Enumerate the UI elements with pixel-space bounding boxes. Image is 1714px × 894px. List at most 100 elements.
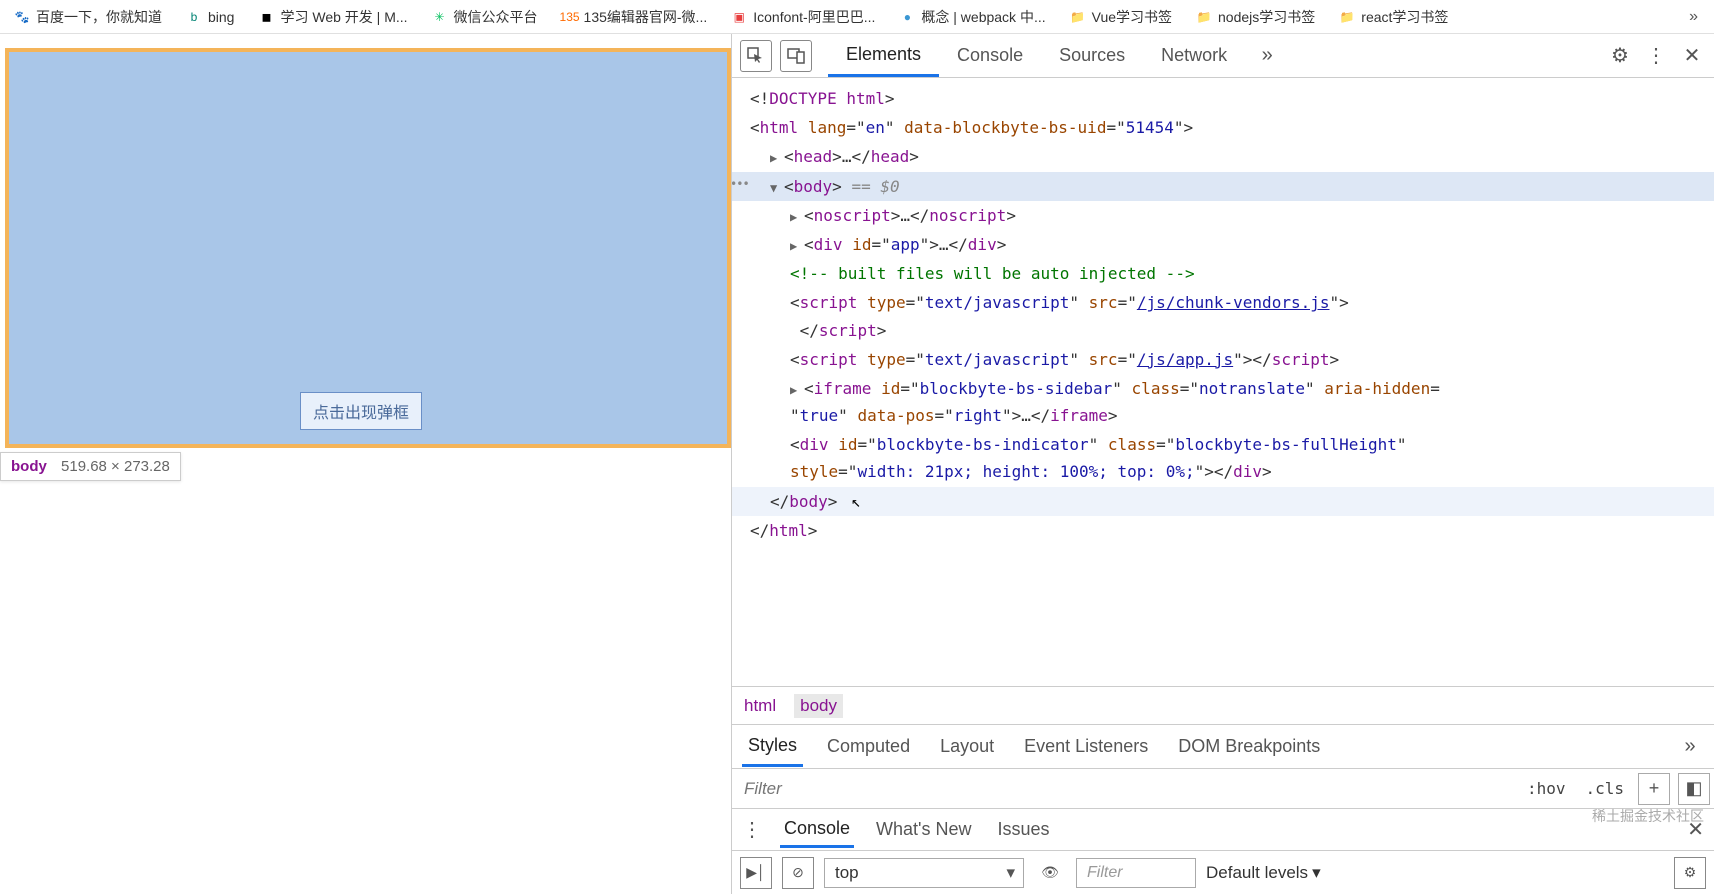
devtools-tab-sources[interactable]: Sources <box>1041 34 1143 77</box>
bookmark-label: Iconfont-阿里巴巴... <box>753 7 875 27</box>
devtools-main-tabs: ElementsConsoleSourcesNetwork <box>828 34 1245 77</box>
bookmark-item[interactable]: 📁 react学习书签 <box>1333 3 1454 31</box>
dom-div-indicator[interactable]: <div id="blockbyte-bs-indicator" class="… <box>732 430 1714 486</box>
inspect-element-icon[interactable] <box>740 40 772 72</box>
bookmark-favicon-icon: 📁 <box>1339 9 1355 25</box>
drawer-tabs: ⋮ ConsoleWhat's NewIssues✕ <box>732 808 1714 850</box>
hov-toggle[interactable]: :hov <box>1517 779 1576 798</box>
element-inspector-tooltip: body 519.68 × 273.28 <box>0 452 181 481</box>
bookmarks-overflow-icon[interactable]: » <box>1681 4 1706 30</box>
expand-toggle-icon[interactable]: ▶ <box>790 380 804 400</box>
bookmark-favicon-icon: 🐾 <box>14 9 30 25</box>
expand-toggle-icon[interactable]: ▶ <box>770 148 784 168</box>
breadcrumb-item[interactable]: html <box>744 696 776 716</box>
bookmark-label: 概念 | webpack 中... <box>921 7 1045 27</box>
dom-script-app[interactable]: <script type="text/javascript" src="/js/… <box>732 345 1714 374</box>
close-devtools-icon[interactable]: ✕ <box>1678 42 1706 70</box>
styles-tab-dom-breakpoints[interactable]: DOM Breakpoints <box>1172 728 1326 765</box>
bookmark-label: 135编辑器官网-微... <box>584 7 708 27</box>
styles-filter-row: :hov .cls + ◧ <box>732 768 1714 808</box>
bookmark-favicon-icon: 135 <box>562 9 578 25</box>
dom-doctype[interactable]: <!DOCTYPE html> <box>732 84 1714 113</box>
console-context-select[interactable]: top <box>824 858 1024 888</box>
bookmark-label: 百度一下，你就知道 <box>36 7 162 27</box>
bookmark-favicon-icon: ✳ <box>432 9 448 25</box>
bookmark-favicon-icon: ● <box>899 9 915 25</box>
bookmark-item[interactable]: ◼ 学习 Web 开发 | M... <box>252 3 413 31</box>
devtools-panel: ElementsConsoleSourcesNetwork » ⚙ ⋮ ✕ <!… <box>731 34 1714 894</box>
dom-iframe[interactable]: ▶<iframe id="blockbyte-bs-sidebar" class… <box>732 374 1714 430</box>
devtools-toolbar: ElementsConsoleSourcesNetwork » ⚙ ⋮ ✕ <box>732 34 1714 78</box>
popup-trigger-button[interactable]: 点击出现弹框 <box>300 392 422 430</box>
watermark-text: 稀土掘金技术社区 <box>1592 806 1704 826</box>
bookmark-favicon-icon: 📁 <box>1196 9 1212 25</box>
devtools-tab-elements[interactable]: Elements <box>828 34 939 77</box>
more-menu-icon[interactable]: ⋮ <box>1642 42 1670 70</box>
bookmark-favicon-icon: ▣ <box>731 9 747 25</box>
bookmark-label: react学习书签 <box>1361 7 1448 27</box>
devtools-tab-network[interactable]: Network <box>1143 34 1245 77</box>
device-toggle-icon[interactable] <box>780 40 812 72</box>
settings-gear-icon[interactable]: ⚙ <box>1606 42 1634 70</box>
styles-tab-styles[interactable]: Styles <box>742 727 803 767</box>
tooltip-tag: body <box>11 458 47 475</box>
dom-breadcrumb: html body <box>732 686 1714 724</box>
body-highlight-overlay <box>5 48 731 448</box>
bookmark-favicon-icon: b <box>186 9 202 25</box>
drawer-tab-what-s-new[interactable]: What's New <box>872 813 975 846</box>
bookmark-item[interactable]: 📁 Vue学习书签 <box>1064 3 1178 31</box>
dom-html-open[interactable]: <html lang="en" data-blockbyte-bs-uid="5… <box>732 113 1714 142</box>
more-tabs-icon[interactable]: » <box>1253 42 1281 70</box>
bookmark-favicon-icon: 📁 <box>1070 9 1086 25</box>
bookmark-item[interactable]: 135 135编辑器官网-微... <box>556 3 714 31</box>
panel-toggle-icon[interactable]: ◧ <box>1678 773 1710 805</box>
new-style-rule-icon[interactable]: + <box>1638 773 1670 805</box>
dom-div-app[interactable]: ▶<div id="app">…</div> <box>732 230 1714 259</box>
console-filter-input[interactable]: Filter <box>1076 858 1196 888</box>
devtools-tab-console[interactable]: Console <box>939 34 1041 77</box>
bookmark-item[interactable]: ▣ Iconfont-阿里巴巴... <box>725 3 881 31</box>
collapse-toggle-icon[interactable]: ▼ <box>770 178 784 198</box>
bookmark-label: 学习 Web 开发 | M... <box>280 7 407 27</box>
mouse-cursor-icon: ↖ <box>851 492 861 511</box>
styles-tab-layout[interactable]: Layout <box>934 728 1000 765</box>
elements-dom-tree[interactable]: <!DOCTYPE html> <html lang="en" data-blo… <box>732 78 1714 686</box>
chevron-down-icon: ▾ <box>1312 863 1321 883</box>
bookmark-item[interactable]: ✳ 微信公众平台 <box>426 3 544 31</box>
dom-head[interactable]: ▶<head>…</head> <box>732 142 1714 171</box>
styles-tab-computed[interactable]: Computed <box>821 728 916 765</box>
bookmark-favicon-icon: ◼ <box>258 9 274 25</box>
breadcrumb-item[interactable]: body <box>794 694 843 718</box>
bookmark-item[interactable]: 📁 nodejs学习书签 <box>1190 3 1321 31</box>
console-settings-gear-icon[interactable]: ⚙ <box>1674 857 1706 889</box>
styles-tab-event-listeners[interactable]: Event Listeners <box>1018 728 1154 765</box>
cls-toggle[interactable]: .cls <box>1575 779 1634 798</box>
dom-comment[interactable]: <!-- built files will be auto injected -… <box>732 259 1714 288</box>
tooltip-dimensions: 519.68 × 273.28 <box>61 458 170 475</box>
bookmark-item[interactable]: bbing <box>180 5 240 29</box>
drawer-tab-console[interactable]: Console <box>780 812 854 848</box>
dom-html-close[interactable]: </html> <box>732 516 1714 545</box>
bookmark-label: Vue学习书签 <box>1092 7 1172 27</box>
dom-noscript[interactable]: ▶<noscript>…</noscript> <box>732 201 1714 230</box>
console-levels-select[interactable]: Default levels ▾ <box>1206 863 1321 883</box>
styles-filter-input[interactable] <box>732 769 1517 808</box>
dom-body-close[interactable]: </body> ↖ <box>732 487 1714 516</box>
bookmark-label: nodejs学习书签 <box>1218 7 1315 27</box>
more-styles-tabs-icon[interactable]: » <box>1676 733 1704 761</box>
expand-toggle-icon[interactable]: ▶ <box>790 236 804 256</box>
console-sidebar-toggle-icon[interactable]: ▶│ <box>740 857 772 889</box>
drawer-menu-icon[interactable]: ⋮ <box>742 817 762 842</box>
clear-console-icon[interactable]: ⊘ <box>782 857 814 889</box>
drawer-tab-issues[interactable]: Issues <box>994 813 1054 846</box>
bookmark-item[interactable]: ● 概念 | webpack 中... <box>893 3 1051 31</box>
bookmark-label: 微信公众平台 <box>454 7 538 27</box>
live-expression-icon[interactable]: 👁 <box>1034 857 1066 889</box>
page-preview: 点击出现弹框 body 519.68 × 273.28 <box>0 34 731 894</box>
bookmark-item[interactable]: 🐾 百度一下，你就知道 <box>8 3 168 31</box>
dom-body-open[interactable]: ▼<body> == $0 <box>732 172 1714 201</box>
bookmarks-bar: 🐾 百度一下，你就知道 bbing ◼ 学习 Web 开发 | M... ✳ 微信公众平台 1… <box>0 0 1714 34</box>
dom-script-vendors[interactable]: <script type="text/javascript" src="/js/… <box>732 288 1714 344</box>
console-toolbar: ▶│ ⊘ top 👁 Filter Default levels ▾ ⚙ <box>732 850 1714 894</box>
expand-toggle-icon[interactable]: ▶ <box>790 207 804 227</box>
